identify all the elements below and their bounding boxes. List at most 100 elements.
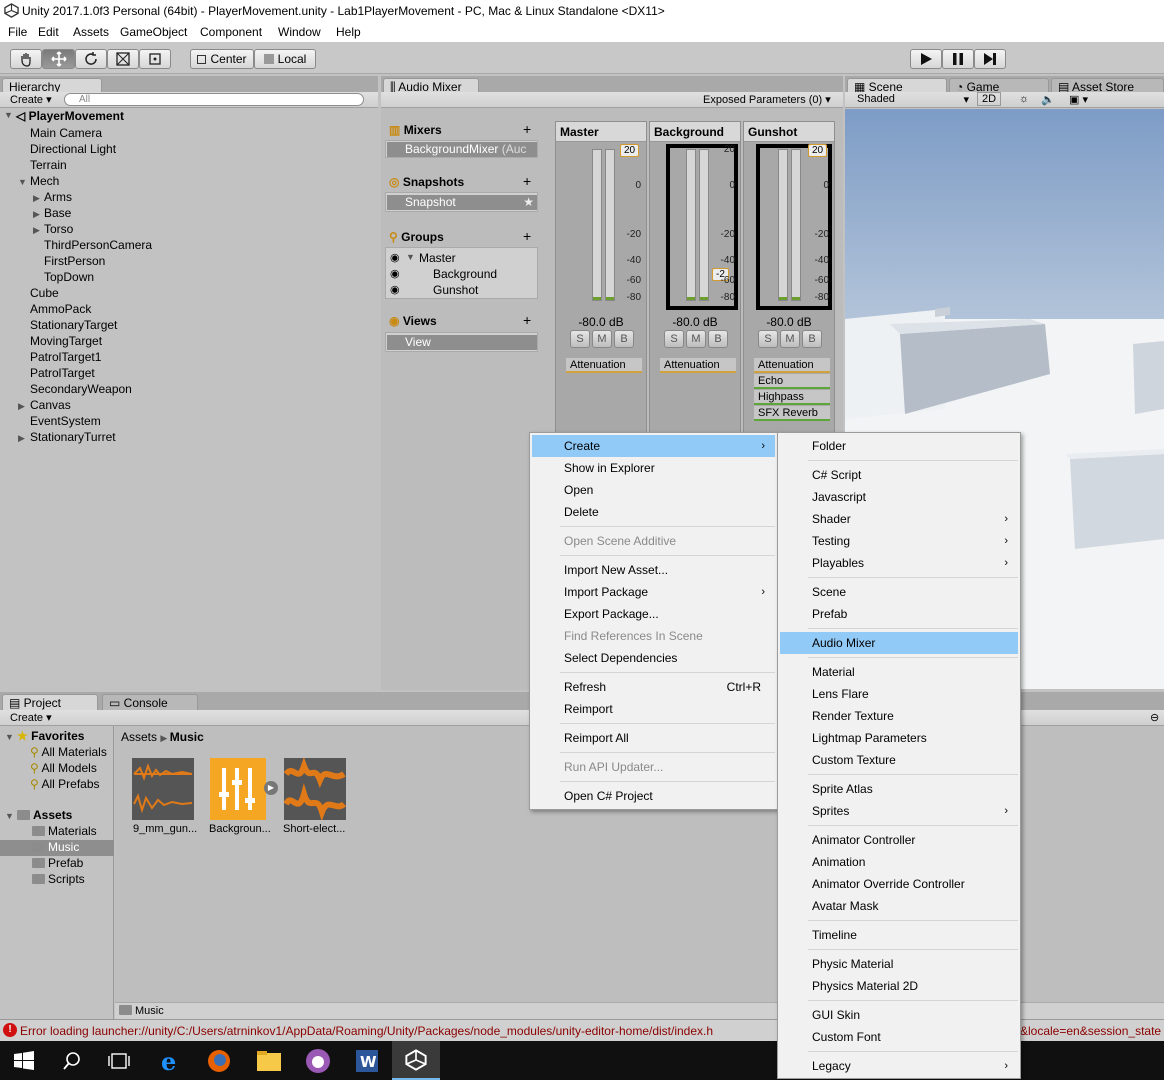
effect-attenuation[interactable]: Attenuation [566, 358, 642, 373]
submenu-item-legacy[interactable]: Legacy › [780, 1055, 1018, 1077]
menu-item-reimport[interactable]: Reimport [532, 698, 775, 720]
hierarchy-item[interactable]: FirstPerson [44, 254, 105, 268]
bypass-button[interactable]: B [614, 330, 634, 348]
submenu-item-custom-font[interactable]: Custom Font [780, 1026, 1018, 1048]
mute-button[interactable]: M [780, 330, 800, 348]
hierarchy-item[interactable]: Torso [44, 222, 73, 236]
submenu-item-custom-texture[interactable]: Custom Texture [780, 749, 1018, 771]
mute-button[interactable]: M [686, 330, 706, 348]
scene-expand-arrow[interactable]: ▼ [4, 110, 13, 120]
hierarchy-item[interactable]: Mech [30, 174, 59, 188]
menu-assets[interactable]: Assets [73, 25, 109, 39]
error-message-tail[interactable]: &locale=en&session_state [1020, 1024, 1161, 1038]
hierarchy-item[interactable]: StationaryTarget [30, 318, 117, 332]
menu-item-export-package[interactable]: Export Package... [532, 603, 775, 625]
submenu-item-scene[interactable]: Scene [780, 581, 1018, 603]
expand-arrow[interactable]: ▼ [406, 252, 415, 262]
rotate-tool-button[interactable] [75, 49, 107, 69]
expand-arrow[interactable]: ▶ [18, 401, 25, 412]
submenu-item-sprite-atlas[interactable]: Sprite Atlas [780, 778, 1018, 800]
volume-fader[interactable]: 20 [620, 144, 640, 157]
submenu-item-avatar-mask[interactable]: Avatar Mask [780, 895, 1018, 917]
menu-edit[interactable]: Edit [38, 25, 59, 39]
favorite-item[interactable]: ⚲ All Models [30, 761, 97, 775]
expand-arrow[interactable]: ▶ [18, 433, 25, 444]
eye-icon[interactable]: ◉ [390, 267, 400, 280]
expand-asset-icon[interactable]: ▶ [264, 781, 278, 795]
hierarchy-item[interactable]: Terrain [30, 158, 67, 172]
add-group-button[interactable]: + [523, 228, 531, 244]
expand-arrow[interactable]: ▼ [18, 177, 27, 187]
shading-mode-dropdown[interactable]: Shaded ▾ [853, 93, 969, 106]
folder-item[interactable]: Prefab [32, 856, 83, 870]
play-button[interactable] [910, 49, 942, 69]
menu-item-create[interactable]: Create › [532, 435, 775, 457]
hierarchy-item[interactable]: MovingTarget [30, 334, 102, 348]
submenu-item-animator-override-controller[interactable]: Animator Override Controller [780, 873, 1018, 895]
file-explorer-icon[interactable] [256, 1049, 282, 1073]
submenu-item-render-texture[interactable]: Render Texture [780, 705, 1018, 727]
solo-button[interactable]: S [664, 330, 684, 348]
menu-item-open[interactable]: Open [532, 479, 775, 501]
hierarchy-create-dropdown[interactable]: Create ▾ [6, 93, 56, 106]
hierarchy-item[interactable]: AmmoPack [30, 302, 91, 316]
task-view-icon[interactable] [108, 1051, 130, 1071]
audio-clip-thumbnail[interactable] [284, 758, 346, 820]
expand-arrow[interactable]: ▶ [33, 225, 40, 236]
menu-item-reimport-all[interactable]: Reimport All [532, 727, 775, 749]
audio-toggle-icon[interactable]: 🔈 [1037, 93, 1059, 106]
menu-item-open-csharp-project[interactable]: Open C# Project [532, 785, 775, 807]
project-create-dropdown[interactable]: Create ▾ [6, 711, 56, 724]
firefox-icon[interactable] [206, 1048, 232, 1074]
move-tool-button[interactable] [42, 49, 75, 69]
hierarchy-item[interactable]: ThirdPersonCamera [44, 238, 152, 252]
expand-arrow[interactable]: ▼ [5, 811, 14, 821]
tab-console[interactable]: ▭ Console [102, 694, 198, 710]
exposed-parameters-dropdown[interactable]: Exposed Parameters (0) ▾ [699, 93, 835, 106]
add-mixer-button[interactable]: + [523, 121, 531, 137]
snapshot-item[interactable]: Snapshot ★ [387, 195, 537, 210]
submenu-item-material[interactable]: Material [780, 661, 1018, 683]
hierarchy-item[interactable]: Directional Light [30, 142, 116, 156]
search-icon[interactable] [62, 1051, 82, 1071]
pause-button[interactable] [942, 49, 974, 69]
folder-item[interactable]: Music [32, 840, 79, 854]
menu-help[interactable]: Help [336, 25, 361, 39]
submenu-item-shader[interactable]: Shader › [780, 508, 1018, 530]
breadcrumb-item[interactable]: Music [170, 730, 204, 744]
expand-arrow[interactable]: ▶ [33, 209, 40, 220]
scale-tool-button[interactable] [107, 49, 139, 69]
hierarchy-item[interactable]: Canvas [30, 398, 71, 412]
expand-arrow[interactable]: ▶ [33, 193, 40, 204]
menu-item-delete[interactable]: Delete [532, 501, 775, 523]
menu-window[interactable]: Window [278, 25, 321, 39]
submenu-item-timeline[interactable]: Timeline [780, 924, 1018, 946]
eye-icon[interactable]: ◉ [390, 251, 400, 264]
volume-fader[interactable]: 20 [808, 144, 828, 157]
view-item[interactable]: View [387, 335, 537, 350]
favorites-header[interactable]: ★ Favorites [17, 729, 84, 743]
hierarchy-item[interactable]: StationaryTurret [30, 430, 116, 444]
menu-gameobject[interactable]: GameObject [120, 25, 187, 39]
star-icon[interactable]: ★ [523, 195, 534, 210]
menu-file[interactable]: File [8, 25, 27, 39]
expand-arrow[interactable]: ▼ [5, 732, 14, 742]
2d-toggle[interactable]: 2D [977, 92, 1002, 106]
favorite-item[interactable]: ⚲ All Materials [30, 745, 107, 759]
hierarchy-item[interactable]: Arms [44, 190, 72, 204]
submenu-item-lens-flare[interactable]: Lens Flare [780, 683, 1018, 705]
submenu-item-playables[interactable]: Playables › [780, 552, 1018, 574]
folder-item[interactable]: Materials [32, 824, 97, 838]
effect-attenuation[interactable]: Attenuation [660, 358, 736, 373]
hierarchy-item[interactable]: TopDown [44, 270, 94, 284]
solo-button[interactable]: S [758, 330, 778, 348]
submenu-item-lightmap-parameters[interactable]: Lightmap Parameters [780, 727, 1018, 749]
submenu-item-audio-mixer[interactable]: Audio Mixer [780, 632, 1018, 654]
hierarchy-item[interactable]: Cube [30, 286, 59, 300]
group-item[interactable]: Gunshot [433, 283, 478, 297]
audio-clip-thumbnail[interactable] [132, 758, 194, 820]
hierarchy-item[interactable]: Main Camera [30, 126, 102, 140]
breadcrumb-item[interactable]: Assets [121, 730, 157, 744]
assets-header[interactable]: Assets [17, 808, 72, 822]
effect-highpass[interactable]: Highpass [754, 390, 830, 405]
